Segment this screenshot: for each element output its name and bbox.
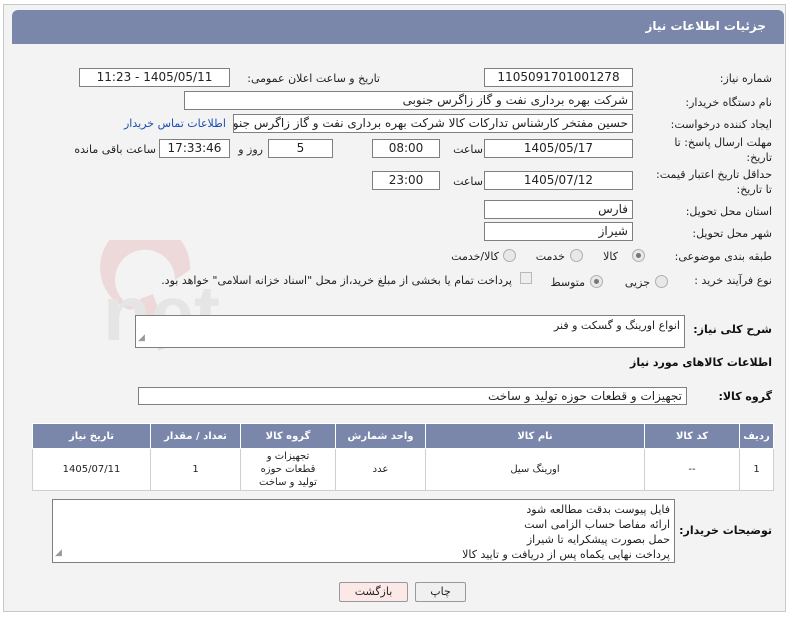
buyer-note-line: پرداخت نهایی یکماه پس از دریافت و تایید …	[462, 548, 670, 561]
process-radio-medium[interactable]	[590, 275, 603, 288]
reply-deadline-label: مهلت ارسال پاسخ: تا	[674, 136, 772, 149]
resize-grip-icon: ◢	[55, 548, 62, 558]
goods-info-title: اطلاعات کالاهای مورد نیاز	[630, 356, 772, 369]
print-button[interactable]: چاپ	[415, 582, 466, 602]
table-row[interactable]: 1 -- اورینگ سیل عدد تجهیزات و قطعات حوزه…	[32, 448, 774, 491]
goods-table: ردیف کد کالا نام کالا واحد شمارش گروه کا…	[32, 423, 774, 491]
process-option-minor: جزیی	[624, 276, 650, 289]
creator-label: ایجاد کننده درخواست:	[670, 118, 772, 131]
buyer-org-field[interactable]: شرکت بهره برداری نفت و گاز زاگرس جنوبی	[184, 91, 633, 110]
buyer-contact-link[interactable]: اطلاعات تماس خریدار	[124, 117, 226, 130]
col-header-code: کد کالا	[644, 423, 740, 449]
cell-quantity: 1	[150, 448, 241, 491]
remaining-time-label: ساعت باقی مانده	[74, 143, 156, 156]
cell-code: --	[644, 448, 740, 491]
need-number-label: شماره نیاز:	[719, 72, 772, 85]
category-label: طبقه بندی موضوعی:	[674, 250, 772, 263]
resize-grip-icon: ◢	[138, 333, 145, 343]
cell-group: تجهیزات و قطعات حوزه تولید و ساخت	[240, 448, 336, 491]
page-header: جزئیات اطلاعات نیاز	[12, 10, 784, 44]
remaining-time-field[interactable]: 17:33:46	[159, 139, 230, 158]
announce-datetime-field[interactable]: 1405/05/11 - 11:23	[79, 68, 230, 87]
category-option-goods: کالا	[603, 250, 618, 263]
reply-date-field[interactable]: 1405/05/17	[484, 139, 633, 158]
buyer-note-line: حمل بصورت پیشکرایه تا شیراز	[526, 533, 670, 546]
cell-unit: عدد	[335, 448, 426, 491]
buyer-notes-label: توضیحات خریدار:	[679, 524, 772, 537]
process-radio-minor[interactable]	[655, 275, 668, 288]
price-validity-label-2: تا تاریخ:	[736, 183, 772, 196]
cell-row-no: 1	[739, 448, 774, 491]
treasury-payment-note: پرداخت تمام یا بخشی از مبلغ خرید،از محل …	[161, 274, 512, 287]
buyer-note-line: فایل پیوست بدقت مطالعه شود	[526, 503, 670, 516]
price-validity-label: حداقل تاریخ اعتبار قیمت:	[656, 168, 772, 181]
buyer-note-line: ارائه مفاصا حساب الزامی است	[524, 518, 670, 531]
reply-deadline-label-2: تاریخ:	[746, 151, 772, 164]
description-text: انواع اورینگ و گسکت و فنر	[553, 319, 680, 332]
buyer-org-label: نام دستگاه خریدار:	[685, 96, 772, 109]
treasury-payment-checkbox[interactable]	[520, 272, 532, 284]
announce-label: تاریخ و ساعت اعلان عمومی:	[247, 72, 380, 85]
need-number-field[interactable]: 1105091701001278	[484, 68, 633, 87]
col-header-group: گروه کالا	[240, 423, 336, 449]
city-field[interactable]: شیراز	[484, 222, 633, 241]
category-radio-goods-service[interactable]	[503, 249, 516, 262]
col-header-row-no: ردیف	[739, 423, 774, 449]
days-label: روز و	[238, 143, 263, 156]
city-label: شهر محل تحویل:	[692, 227, 772, 240]
price-validity-date-field[interactable]: 1405/07/12	[484, 171, 633, 190]
goods-group-label: گروه کالا:	[718, 390, 772, 403]
province-field[interactable]: فارس	[484, 200, 633, 219]
creator-field[interactable]: حسین مفتخر کارشناس تدارکات کالا شرکت بهر…	[233, 114, 633, 133]
price-validity-time-field[interactable]: 23:00	[372, 171, 440, 190]
province-label: استان محل تحویل:	[685, 205, 772, 218]
category-radio-service[interactable]	[570, 249, 583, 262]
page-title: جزئیات اطلاعات نیاز	[645, 19, 766, 33]
col-header-quantity: تعداد / مقدار	[150, 423, 241, 449]
cell-need-date: 1405/07/11	[32, 448, 151, 491]
category-radio-goods[interactable]	[632, 249, 645, 262]
description-label: شرح کلی نیاز:	[693, 323, 772, 336]
table-header-row: ردیف کد کالا نام کالا واحد شمارش گروه کا…	[32, 423, 774, 449]
category-option-service: خدمت	[535, 250, 565, 263]
goods-group-field[interactable]: تجهیزات و قطعات حوزه تولید و ساخت	[138, 387, 687, 405]
col-header-need-date: تاریخ نیاز	[32, 423, 151, 449]
process-option-medium: متوسط	[550, 276, 585, 289]
days-remaining-field[interactable]: 5	[268, 139, 333, 158]
price-validity-time-label: ساعت	[453, 175, 483, 188]
back-button[interactable]: بازگشت	[339, 582, 408, 602]
col-header-name: نام کالا	[425, 423, 645, 449]
process-type-label: نوع فرآیند خرید :	[694, 274, 772, 287]
reply-time-label: ساعت	[453, 143, 483, 156]
col-header-unit: واحد شمارش	[335, 423, 426, 449]
description-textarea[interactable]: انواع اورینگ و گسکت و فنر ◢	[135, 315, 685, 348]
cell-name: اورینگ سیل	[425, 448, 645, 491]
reply-time-field[interactable]: 08:00	[372, 139, 440, 158]
buyer-notes-textarea[interactable]: فایل پیوست بدقت مطالعه شود ارائه مفاصا ح…	[52, 499, 675, 563]
category-option-goods-service: کالا/خدمت	[451, 250, 499, 263]
